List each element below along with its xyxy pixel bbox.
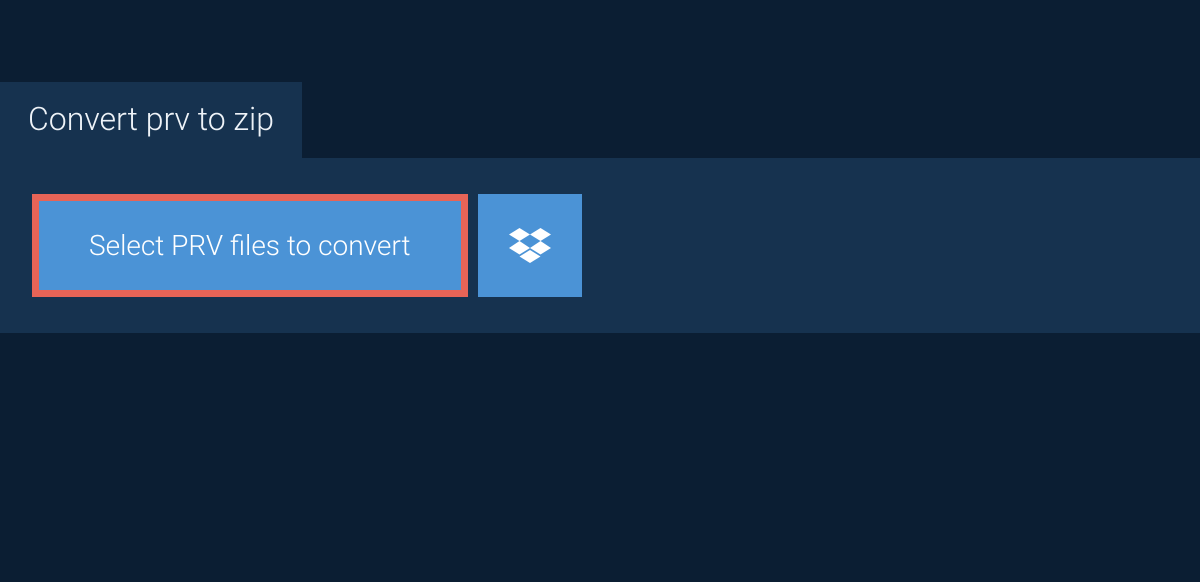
tab-bar: Convert prv to zip xyxy=(0,82,1200,158)
button-row: Select PRV files to convert xyxy=(32,194,1168,297)
tab-convert[interactable]: Convert prv to zip xyxy=(0,82,302,158)
select-files-button[interactable]: Select PRV files to convert xyxy=(39,201,461,290)
select-files-label: Select PRV files to convert xyxy=(89,229,411,262)
dropbox-button[interactable] xyxy=(478,194,582,297)
dropbox-icon xyxy=(509,227,551,265)
content-panel: Select PRV files to convert xyxy=(0,158,1200,333)
select-button-highlight: Select PRV files to convert xyxy=(32,194,468,297)
tab-label: Convert prv to zip xyxy=(28,100,274,138)
